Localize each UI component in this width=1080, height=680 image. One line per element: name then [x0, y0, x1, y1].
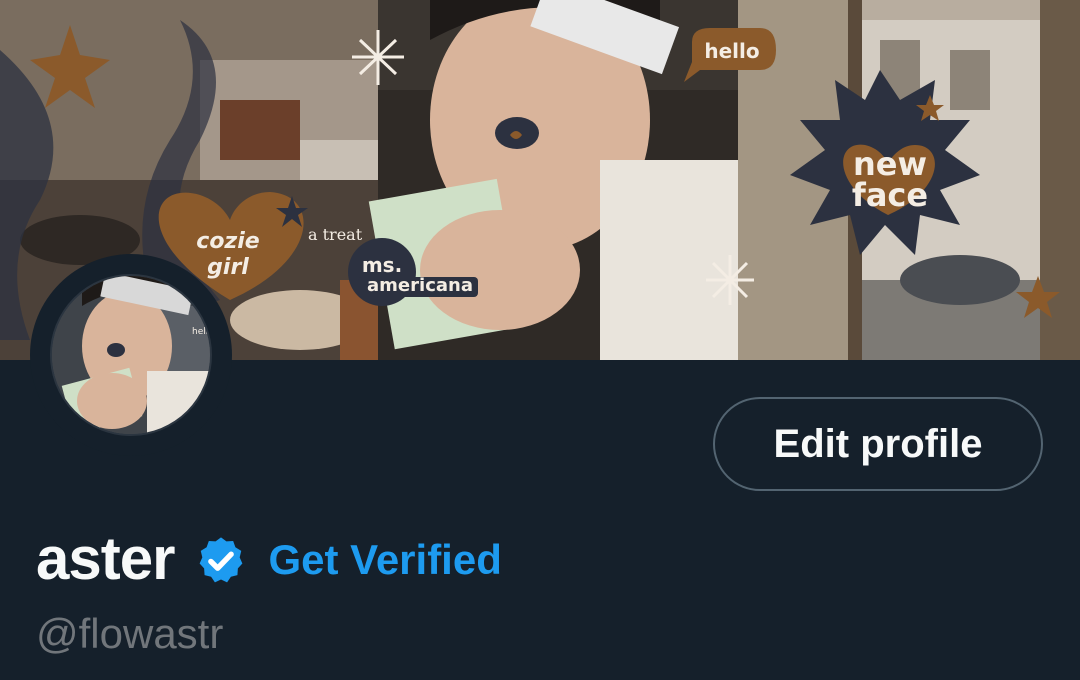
avatar-hello-text: hello	[192, 327, 210, 337]
face-sticker-text: face	[852, 176, 928, 214]
get-verified-link[interactable]: Get Verified	[268, 536, 501, 584]
ms-sticker-text: ms.	[362, 253, 402, 277]
hello-sticker-text: hello	[704, 39, 759, 63]
display-name: aster	[36, 524, 175, 592]
avatar-image: hello	[52, 276, 210, 434]
user-handle: @flowastr	[36, 610, 224, 657]
name-row: aster Get Verified	[36, 520, 502, 596]
treat-sticker-text: a treat	[308, 225, 363, 244]
girl-sticker-text: girl	[207, 255, 249, 280]
americana-sticker-text: americana	[367, 275, 473, 296]
edit-profile-button[interactable]: Edit profile	[713, 397, 1043, 491]
avatar[interactable]: hello	[50, 274, 212, 436]
cozie-sticker-text: cozie	[196, 229, 260, 254]
verified-badge-icon[interactable]	[194, 534, 248, 588]
